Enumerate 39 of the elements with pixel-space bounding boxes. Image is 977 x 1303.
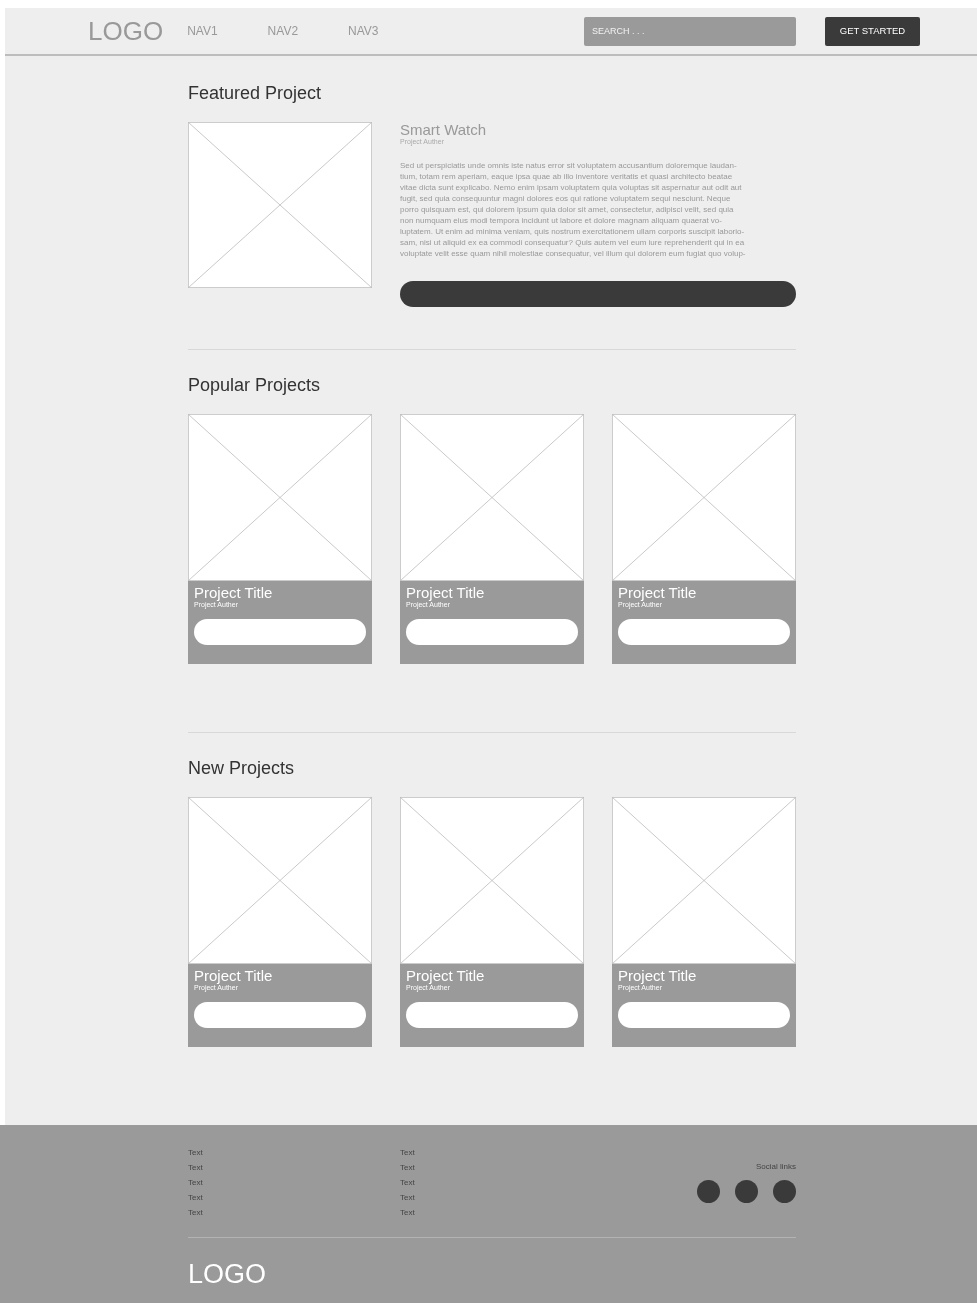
footer-link[interactable]: Text: [188, 1205, 400, 1220]
footer-link[interactable]: Text: [400, 1145, 612, 1160]
card-button[interactable]: [194, 619, 366, 646]
project-title: Project Title: [194, 584, 274, 601]
nav-link[interactable]: NAV3: [348, 22, 379, 40]
footer-link[interactable]: Text: [188, 1175, 400, 1190]
social-icon[interactable]: [773, 1180, 796, 1203]
project-title: Project Title: [618, 584, 698, 601]
social-links-label: Social links: [756, 1161, 796, 1173]
footer-link[interactable]: Text: [188, 1145, 400, 1160]
get-started-button[interactable]: GET STARTED: [825, 16, 920, 46]
footer-link[interactable]: Text: [188, 1190, 400, 1205]
card-button[interactable]: [618, 619, 790, 646]
card-button[interactable]: [406, 1002, 578, 1029]
section-heading: Popular Projects: [188, 375, 322, 394]
project-title: Project Title: [406, 584, 486, 601]
card-button[interactable]: [618, 1002, 790, 1029]
search-field[interactable]: SEARCH . . .: [584, 16, 796, 46]
card-button[interactable]: [194, 1002, 366, 1029]
action-button[interactable]: [400, 280, 796, 307]
footer-link[interactable]: Text: [188, 1160, 400, 1175]
nav-link[interactable]: NAV2: [267, 22, 299, 40]
card-button[interactable]: [406, 619, 578, 646]
nav-link[interactable]: NAV1: [187, 22, 218, 40]
project-description: Sed ut perspiciatis unde omnis iste natus error sit voluptatem accusantium doloremque laudan- tium, totam rem aperiam, eaque ipsa quae ab illo inventore veritatis et quasi architecto beatae vitae dicta sunt explicabo. Nemo enim ipsam voluptatem quia voluptas sit aspernatur aut odit aut fugit, sed quia consequuntur magni dolores eos qui ratione voluptatem sequi nesciunt. Neque porro quisquam est, qui dolorem ipsum quia dolor sit amet, consectetur, adipisci velit, sed quia non numquam eius modi tempora incidunt ut labore et dolore magnam aliquam quaerat vo- luptatem. Ut enim ad minima veniam, quis nostrum exercitationem ullam corporis suscipit laborio- sam, nisi ut aliquid ex ea commodi consequatur? Quis autem vel eum iure reprehenderit qui in ea voluptate velit esse quam nihil molestiae consequatur, vel illum qui dolorem eum fugiat quo volup-: [400, 159, 747, 259]
section-heading: New Projects: [188, 758, 296, 777]
section-heading: Featured Project: [188, 84, 323, 102]
logo[interactable]: LOGO: [88, 18, 164, 44]
project-title: Project Title: [618, 967, 698, 984]
footer-link[interactable]: Text: [400, 1205, 612, 1220]
project-title: Smart Watch: [400, 122, 488, 137]
footer-link[interactable]: Text: [400, 1160, 612, 1175]
footer-logo: LOGO: [188, 1261, 268, 1288]
footer-link[interactable]: Text: [400, 1190, 612, 1205]
footer-link[interactable]: Text: [400, 1175, 612, 1190]
social-icon[interactable]: [735, 1180, 758, 1203]
project-title: Project Title: [194, 967, 274, 984]
project-title: Project Title: [406, 967, 486, 984]
social-icon[interactable]: [697, 1180, 720, 1203]
